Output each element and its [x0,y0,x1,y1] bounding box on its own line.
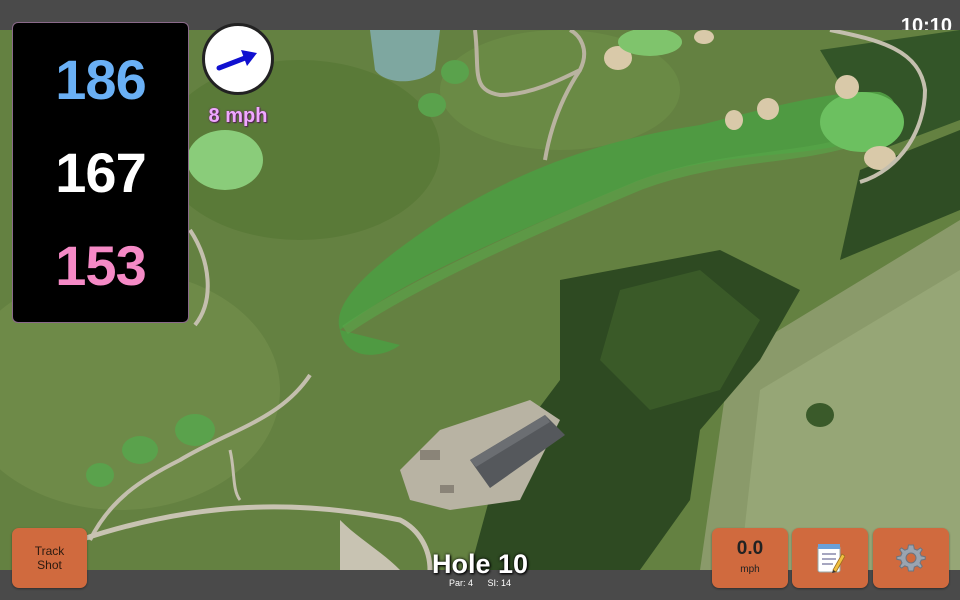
notes-button[interactable] [792,528,868,588]
middle-distance: 167 [55,140,146,204]
speed-unit: mph [740,564,760,575]
distance-panel: 186 167 153 [12,22,189,323]
hole-title: Hole 10 [431,549,529,579]
hole-details: Par: 4 SI: 14 [400,578,560,588]
front-distance: 153 [55,233,146,297]
speed-value: 0.0 [736,538,764,559]
track-shot-button[interactable]: Track Shot [12,528,87,588]
gear-icon [896,544,926,572]
speed-button[interactable]: 0.0 mph [712,528,788,588]
settings-button[interactable] [873,528,949,588]
notepad-icon [817,544,845,573]
wind-arrow-icon [216,50,257,71]
hole-par: Par: 4 [448,578,473,588]
wind-direction-indicator [202,23,274,95]
back-distance: 186 [55,47,146,111]
track-shot-label-line2: Shot [37,558,62,572]
hole-stroke-index: SI: 14 [487,578,512,588]
track-shot-label-line1: Track [34,544,65,558]
wind-speed-label: 8 mph [208,105,268,127]
hole-info: Hole 10 Par: 4 SI: 14 [400,549,560,588]
